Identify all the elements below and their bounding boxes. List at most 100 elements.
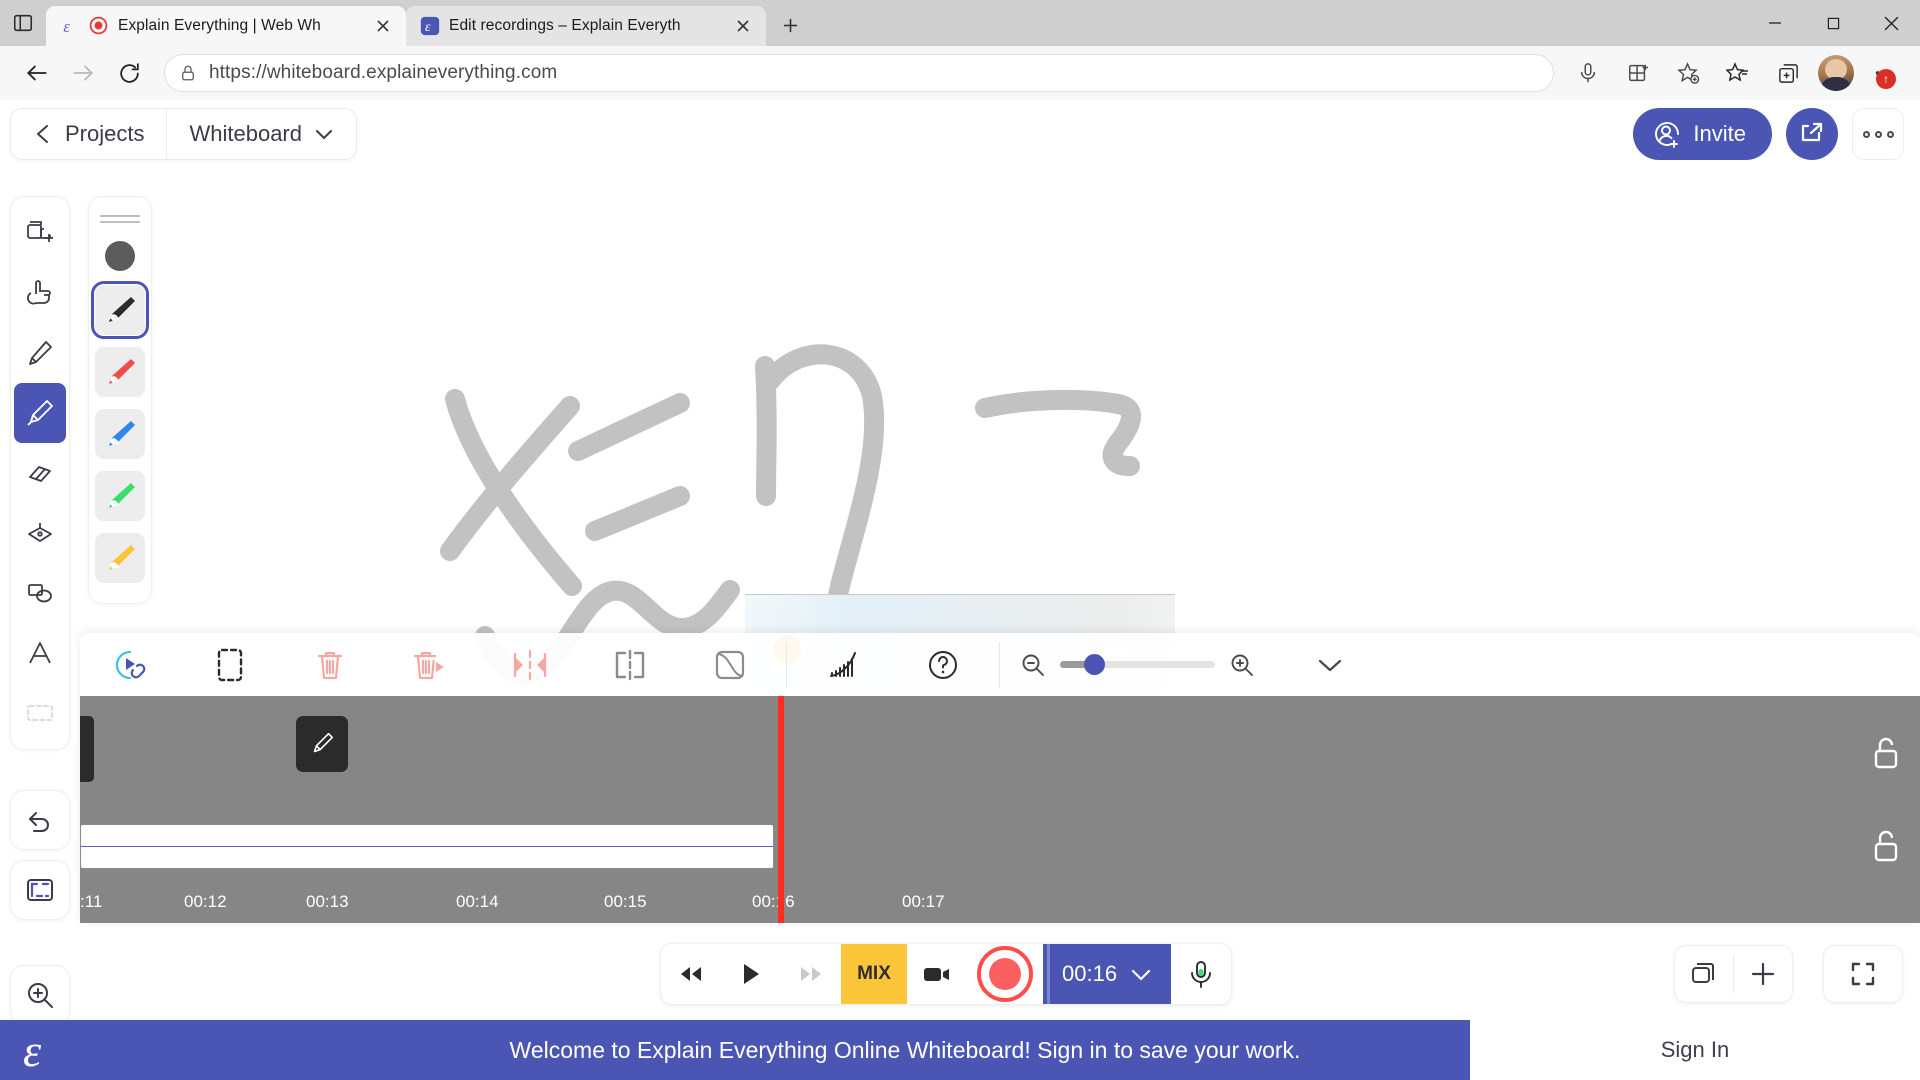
app-header: Projects Whiteboard Invite [0,100,1920,166]
fast-forward-button[interactable] [781,944,841,1004]
record-button[interactable] [967,944,1043,1004]
reload-button[interactable] [108,52,150,94]
more-options-button[interactable] [1852,108,1904,160]
color-swatch-black[interactable] [91,281,149,339]
tab-title: Explain Everything | Web Wh [118,17,321,34]
delete-tool[interactable] [280,633,380,696]
tab-search-icon[interactable] [0,0,46,46]
invite-button[interactable]: Invite [1633,108,1772,160]
trim-inward-tool[interactable] [480,633,580,696]
slides-group [1674,945,1793,1003]
frame-select-button[interactable] [10,860,70,920]
microphone-icon[interactable] [1568,53,1608,93]
delete-forward-tool[interactable] [380,633,480,696]
toolbar-divider [786,641,787,688]
table-tool[interactable] [14,683,66,743]
pen-tool[interactable] [14,323,66,383]
clip-start-marker[interactable] [80,716,94,782]
zoom-out-icon[interactable] [1020,652,1046,678]
projects-back-button[interactable]: Projects [11,108,166,160]
address-bar[interactable]: https://whiteboard.explaineverything.com [164,54,1554,92]
breadcrumb: Projects Whiteboard [10,108,357,160]
color-swatch-red[interactable] [95,347,145,397]
new-tab-button[interactable] [772,7,808,43]
color-swatch-blue[interactable] [95,409,145,459]
marker-tool[interactable] [14,383,66,443]
audio-track-lock-icon[interactable] [1870,827,1902,865]
close-icon[interactable] [370,13,396,39]
color-swatch-green[interactable] [95,471,145,521]
browser-tab-2[interactable]: ε Edit recordings – Explain Everyth [406,6,766,46]
mix-button[interactable]: MIX [841,944,907,1004]
favorites-list-icon[interactable] [1718,53,1758,93]
color-swatch-yellow[interactable] [95,533,145,583]
minimize-button[interactable] [1746,0,1804,46]
ruler-tick: :11 [80,892,103,911]
clip-marker-tool[interactable] [296,716,348,772]
timeline-ruler[interactable]: :11 00:12 00:13 00:14 00:15 00:16 00:17 [80,882,1920,923]
maximize-button[interactable] [1804,0,1862,46]
shapes-tool[interactable] [14,563,66,623]
back-button[interactable] [16,52,58,94]
sign-in-button[interactable]: Sign In [1470,1020,1920,1080]
ease-curve-tool[interactable] [680,633,780,696]
select-region-tool[interactable] [180,633,280,696]
levels-tool[interactable] [793,633,893,696]
slides-button[interactable] [1675,945,1733,1003]
eraser-tool[interactable] [14,443,66,503]
browser-actions: ↑ [1568,53,1904,93]
add-slide-button[interactable] [1734,945,1792,1003]
zoom-slider[interactable] [1060,654,1215,675]
ruler-tick: 00:15 [604,892,647,911]
audio-track[interactable] [80,810,1920,882]
video-track[interactable] [80,696,1920,810]
chevron-down-icon[interactable] [1129,966,1153,982]
play-button[interactable] [721,944,781,1004]
help-tool[interactable] [893,633,993,696]
chevron-left-icon [33,123,53,145]
fullscreen-button[interactable] [1834,945,1892,1003]
text-tool[interactable] [14,623,66,683]
explain-everything-logo-icon: ε [60,16,80,36]
collections-icon[interactable] [1618,53,1658,93]
share-button[interactable] [1786,108,1838,160]
lock-icon [179,64,197,82]
video-track-lock-icon[interactable] [1870,734,1902,772]
svg-text:ε: ε [425,19,431,35]
browser-tab-1[interactable]: ε Explain Everything | Web Wh [46,6,406,46]
paint-bucket-tool[interactable] [14,503,66,563]
palette-drag-handle[interactable] [100,207,140,237]
add-slide-tool[interactable] [14,203,66,263]
playhead[interactable] [778,696,784,923]
close-icon[interactable] [730,13,756,39]
tab-title: Edit recordings – Explain Everyth [449,17,681,34]
hand-tool[interactable] [14,263,66,323]
split-screen-icon[interactable] [1768,53,1808,93]
microphone-button[interactable] [1171,944,1231,1004]
recording-timer[interactable]: 00:16 [1043,944,1172,1004]
rewind-button[interactable] [661,944,721,1004]
brush-size-button[interactable] [105,241,135,271]
camera-button[interactable] [907,944,967,1004]
mix-label: MIX [857,963,891,984]
play-attachment-tool[interactable] [80,633,180,696]
project-name-dropdown[interactable]: Whiteboard [166,108,356,160]
canvas-zoom-button[interactable] [10,965,70,1025]
more-options-icon[interactable]: ↑ [1864,53,1904,93]
undo-button[interactable] [10,790,70,850]
zoom-in-icon[interactable] [1229,652,1255,678]
add-favorite-icon[interactable] [1668,53,1708,93]
forward-button[interactable] [62,52,104,94]
split-tool[interactable] [580,633,680,696]
sign-in-label: Sign In [1660,1037,1730,1062]
timeline-tracks[interactable]: :11 00:12 00:13 00:14 00:15 00:16 00:17 [80,696,1920,923]
audio-clip[interactable] [80,824,774,869]
zoom-slider-thumb[interactable] [1084,654,1105,675]
close-window-button[interactable] [1862,0,1920,46]
header-actions: Invite [1633,108,1904,160]
svg-text:ε: ε [23,1026,42,1074]
url-text: https://whiteboard.explaineverything.com [209,62,558,83]
signin-banner: ε Welcome to Explain Everything Online W… [0,1020,1920,1080]
collapse-timeline-icon[interactable] [1315,655,1345,675]
profile-avatar[interactable] [1818,55,1854,91]
